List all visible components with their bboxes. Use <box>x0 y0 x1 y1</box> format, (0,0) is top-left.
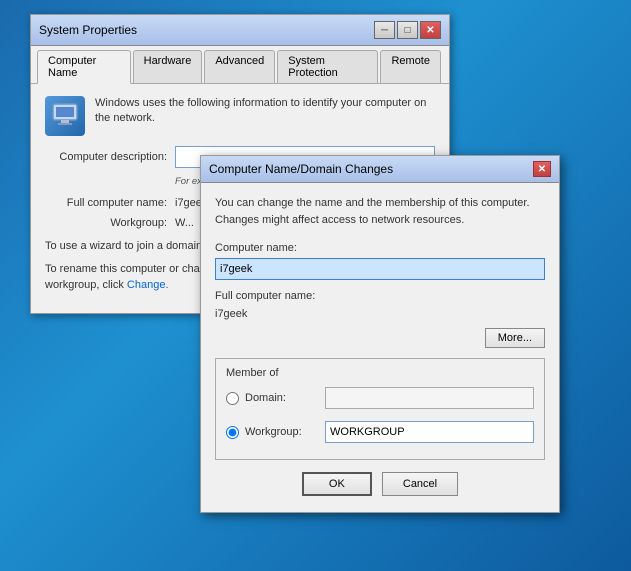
close-button[interactable]: ✕ <box>420 21 441 39</box>
domain-radio-row: Domain: <box>226 387 534 409</box>
member-of-box: Member of Domain: Workgroup: <box>215 358 545 460</box>
tabs-bar: Computer Name Hardware Advanced System P… <box>31 46 449 84</box>
maximize-button[interactable]: □ <box>397 21 418 39</box>
system-properties-title: System Properties <box>39 23 137 37</box>
domain-radio[interactable] <box>226 392 239 405</box>
full-computer-name-label: Full computer name: <box>215 290 545 302</box>
dialog-content: You can change the name and the membersh… <box>201 183 559 512</box>
more-button-row: More... <box>215 328 545 348</box>
workgroup-value: W... <box>175 217 194 229</box>
change-link[interactable]: Change. <box>127 279 169 291</box>
domain-changes-dialog: Computer Name/Domain Changes ✕ You can c… <box>200 155 560 513</box>
cancel-button[interactable]: Cancel <box>382 472 458 496</box>
dialog-buttons: OK Cancel <box>215 472 545 500</box>
system-info-row: Windows uses the following information t… <box>45 96 435 136</box>
titlebar-controls: ─ □ ✕ <box>374 21 441 39</box>
tab-computer-name[interactable]: Computer Name <box>37 50 131 84</box>
tab-remote[interactable]: Remote <box>380 50 441 83</box>
dialog-close-button[interactable]: ✕ <box>533 161 551 177</box>
dialog-description: You can change the name and the membersh… <box>215 195 545 228</box>
domain-input[interactable] <box>325 387 534 409</box>
tab-hardware[interactable]: Hardware <box>133 50 203 83</box>
workgroup-input[interactable] <box>325 421 534 443</box>
workgroup-radio-row: Workgroup: <box>226 421 534 443</box>
desc-label: Computer description: <box>45 151 175 163</box>
computer-icon <box>45 96 85 136</box>
system-properties-titlebar: System Properties ─ □ ✕ <box>31 15 449 46</box>
dialog-title: Computer Name/Domain Changes <box>209 162 393 176</box>
full-computer-name-value: i7geek <box>215 308 545 320</box>
tab-system-protection[interactable]: System Protection <box>277 50 378 83</box>
ok-button[interactable]: OK <box>302 472 372 496</box>
fullname-label: Full computer name: <box>45 197 175 209</box>
computer-name-input[interactable] <box>215 258 545 280</box>
dialog-titlebar: Computer Name/Domain Changes ✕ <box>201 156 559 183</box>
more-button[interactable]: More... <box>485 328 545 348</box>
workgroup-radio-label: Workgroup: <box>245 426 325 438</box>
computer-name-label: Computer name: <box>215 242 545 254</box>
workgroup-label: Workgroup: <box>45 217 175 229</box>
minimize-button[interactable]: ─ <box>374 21 395 39</box>
tab-advanced[interactable]: Advanced <box>204 50 275 83</box>
workgroup-radio[interactable] <box>226 426 239 439</box>
sys-info-text: Windows uses the following information t… <box>95 96 435 127</box>
member-of-label: Member of <box>226 367 534 379</box>
domain-radio-label: Domain: <box>245 392 325 404</box>
